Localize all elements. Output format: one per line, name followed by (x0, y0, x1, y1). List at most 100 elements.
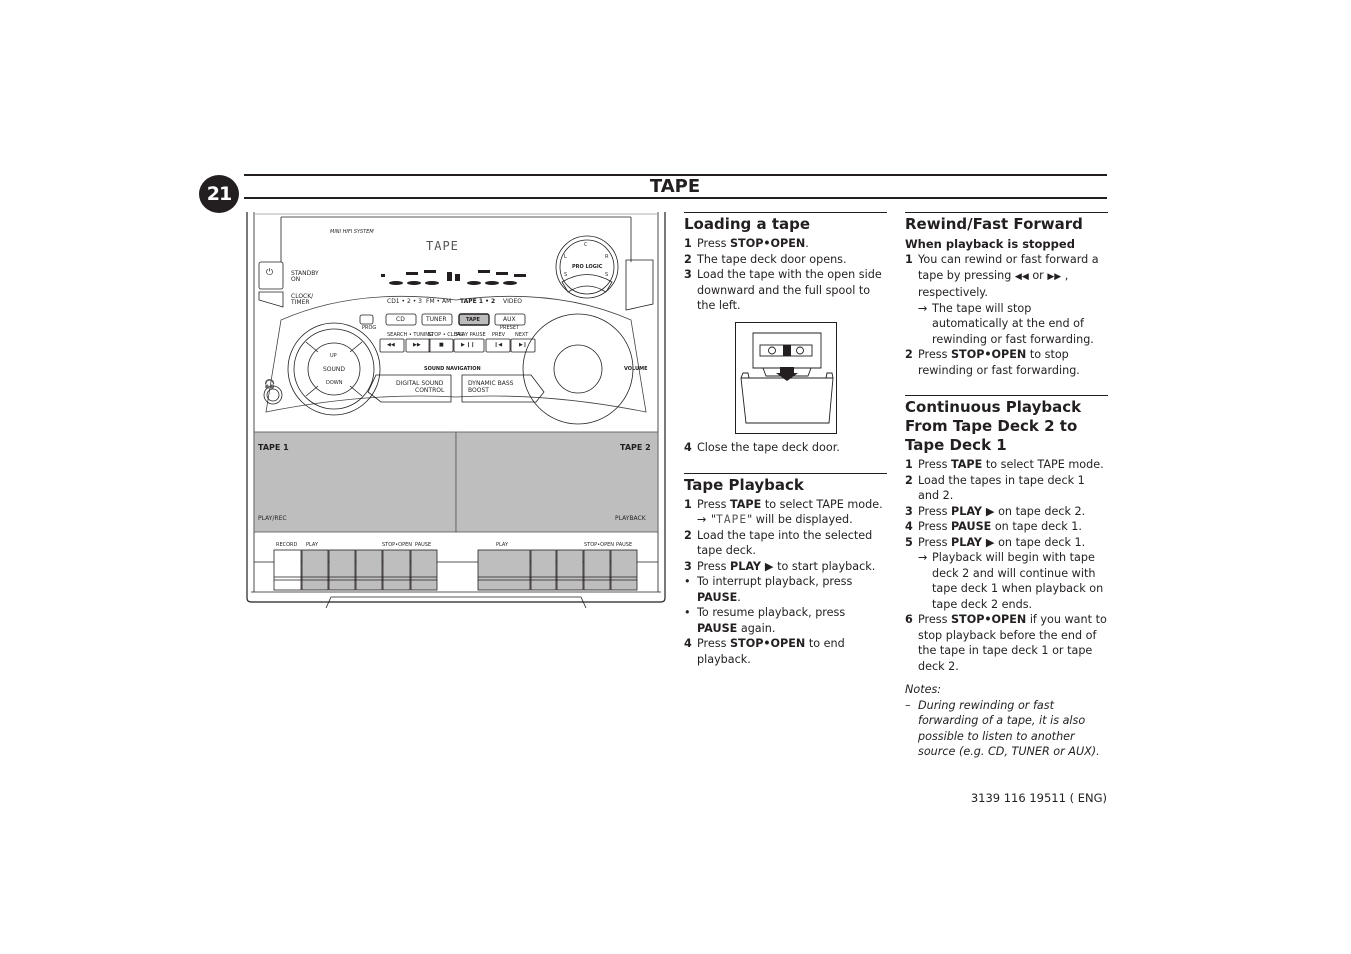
column-left: Loading a tape 1 Press STOP•OPEN. 2 The … (684, 212, 887, 314)
loading-step-1: 1 Press STOP•OPEN. (684, 236, 887, 252)
arrow-icon: → (918, 301, 928, 315)
dynamic-bass-boost-label2: BOOST (468, 387, 489, 394)
source-label-tape: TAPE 1 • 2 (460, 298, 496, 305)
deck2-stop-open-key[interactable]: STOP•OPEN (584, 542, 614, 548)
rewind-icon: ◀◀ (1014, 271, 1029, 282)
pro-logic-label: PRO LOGIC (572, 264, 603, 270)
pro-logic-key-s-left[interactable]: S (564, 272, 567, 278)
section-rule (905, 395, 1108, 396)
volume-label: VOLUME (624, 366, 648, 372)
cd-button[interactable]: CD (396, 316, 405, 323)
fast-forward-button[interactable]: ▶▶ (413, 342, 421, 348)
source-label-video: VIDEO (503, 298, 523, 305)
brand-label: MINI HIFI SYSTEM (330, 229, 374, 235)
step-number: 3 (684, 268, 692, 281)
pro-logic-key-c[interactable]: C (584, 242, 588, 248)
playback-step-1: 1 Press TAPE to select TAPE mode. (684, 497, 883, 511)
loading-step-3: 3 Load the tape with the open side downw… (684, 267, 887, 314)
tuner-button[interactable]: TUNER (426, 316, 447, 323)
standby-on-label: ON (291, 276, 301, 283)
loading-step-4: 4 Close the tape deck door. (684, 440, 887, 456)
cassette-icon (740, 332, 834, 424)
preset-label: PRESET (500, 325, 520, 331)
page-title: TAPE (649, 176, 701, 197)
headphone-icon: 🎧 (264, 380, 276, 390)
rewind-subheading: When playback is stopped (905, 237, 1075, 251)
step-text: Press STOP•OPEN. (697, 237, 809, 250)
header-rule-bottom (244, 197, 1107, 199)
sound-knob-label[interactable]: SOUND (323, 366, 345, 373)
column-right: Rewind/Fast Forward When playback is sto… (905, 212, 1108, 760)
pro-logic-key-s-right[interactable]: S (605, 272, 608, 278)
deck1-play-key[interactable]: PLAY (306, 542, 318, 548)
section-rule (684, 472, 887, 474)
prog-label: PROG (362, 325, 377, 331)
stop-button[interactable]: ■ (439, 342, 444, 348)
next-button[interactable]: ▶❙ (519, 342, 527, 348)
digital-sound-control-button[interactable]: DIGITAL SOUND (396, 380, 443, 387)
prev-label: PREV (492, 332, 506, 338)
deck1-stop-open-key[interactable]: STOP•OPEN (382, 542, 412, 548)
tape1-sub-label: PLAY/REC (258, 515, 287, 522)
column-left-continued: 4 Close the tape deck door. Tape Playbac… (684, 440, 887, 667)
lcd-display-text: TAPE (426, 239, 459, 253)
sound-navigation-label: SOUND NAVIGATION (424, 366, 481, 372)
deck2-pause-key[interactable]: PAUSE (616, 542, 632, 548)
cassette-loading-figure (735, 322, 837, 434)
playback-heading: Tape Playback (684, 475, 804, 494)
timer-label: TIMER (291, 299, 310, 306)
notes-label: Notes: (905, 683, 942, 696)
playback-step-4: 4 Press STOP•OPEN to end playback. (684, 637, 845, 666)
fast-forward-icon: ▶▶ (1047, 271, 1062, 282)
power-icon[interactable]: ⏻ (266, 268, 273, 278)
section-rule (905, 212, 1108, 213)
page-number: 21 (206, 183, 232, 205)
rewind-heading: Rewind/Fast Forward (905, 215, 1083, 233)
continuous-step-6: 6 Press STOP•OPEN if you want to stop pl… (905, 613, 1107, 673)
section-rule (684, 212, 887, 213)
aux-button[interactable]: AUX (503, 316, 516, 323)
tape1-label: TAPE 1 (258, 443, 289, 452)
deck2-play-key[interactable]: PLAY (496, 542, 508, 548)
source-label-tuner: FM • AM (426, 298, 452, 305)
rewind-step-1-result: → The tape will stop automatically at th… (918, 301, 1094, 346)
sound-down-label[interactable]: DOWN (326, 380, 342, 386)
continuous-step-4: 4 Press PAUSE on tape deck 1. (905, 520, 1082, 533)
source-label-cd: CD1 • 2 • 3 (387, 298, 422, 305)
continuous-step-5-result: → Playback will begin with tape deck 2 a… (918, 551, 1104, 611)
arrow-icon: → (918, 551, 928, 564)
arrow-icon: → (697, 513, 707, 526)
tape2-sub-label: PLAYBACK (615, 515, 646, 522)
document-code: 3139 116 19511 ( ENG) (970, 791, 1107, 805)
step-number: 2 (684, 252, 692, 266)
dynamic-bass-boost-button[interactable]: DYNAMIC BASS (468, 380, 513, 387)
sound-up-label[interactable]: UP (330, 353, 337, 359)
playback-step-1-result: → "TAPE" will be displayed. (697, 513, 853, 526)
rewind-step-2: 2 Press STOP•OPEN to stop rewinding or f… (905, 348, 1080, 377)
prog-button-shape (359, 314, 374, 325)
playback-step-2: 2 Load the tape into the selected tape d… (684, 528, 873, 558)
continuous-step-2: 2 Load the tapes in tape deck 1 and 2. (905, 473, 1085, 503)
device-illustration: MINI HIFI SYSTEM TAPE ⏻ STANDBY ON CLOCK… (246, 212, 666, 609)
digital-sound-control-label2: CONTROL (415, 387, 445, 394)
tape2-label: TAPE 2 (620, 443, 651, 452)
search-tuning-label: SEARCH • TUNING (387, 332, 433, 338)
continuous-step-1: 1 Press TAPE to select TAPE mode. (905, 458, 1104, 471)
continuous-step-3: 3 Press PLAY ▶ on tape deck 2. (905, 504, 1086, 518)
playback-bullet-2: • To resume playback, press PAUSE again. (684, 606, 846, 635)
pro-logic-key-r[interactable]: R (605, 254, 608, 260)
deck1-record-key[interactable]: RECORD (276, 542, 297, 548)
pro-logic-key-l[interactable]: L (564, 254, 567, 260)
deck1-pause-key[interactable]: PAUSE (415, 542, 431, 548)
tape-button[interactable]: TAPE (466, 317, 480, 323)
step-text: Close the tape deck door. (697, 441, 840, 454)
play-pause-label: PLAY PAUSE (456, 332, 486, 338)
rewind-button[interactable]: ◀◀ (387, 342, 395, 348)
loading-step-2: 2 The tape deck door opens. (684, 252, 887, 268)
play-pause-button[interactable]: ▶ ❙❙ (461, 342, 475, 348)
next-label: NEXT (515, 332, 529, 338)
prev-button[interactable]: ❙◀ (494, 342, 502, 348)
rewind-step-1: 1 You can rewind or fast forward a tape … (905, 253, 1099, 299)
note-item: – During rewinding or fast forwarding of… (905, 698, 1100, 759)
step-number: 1 (684, 237, 692, 250)
